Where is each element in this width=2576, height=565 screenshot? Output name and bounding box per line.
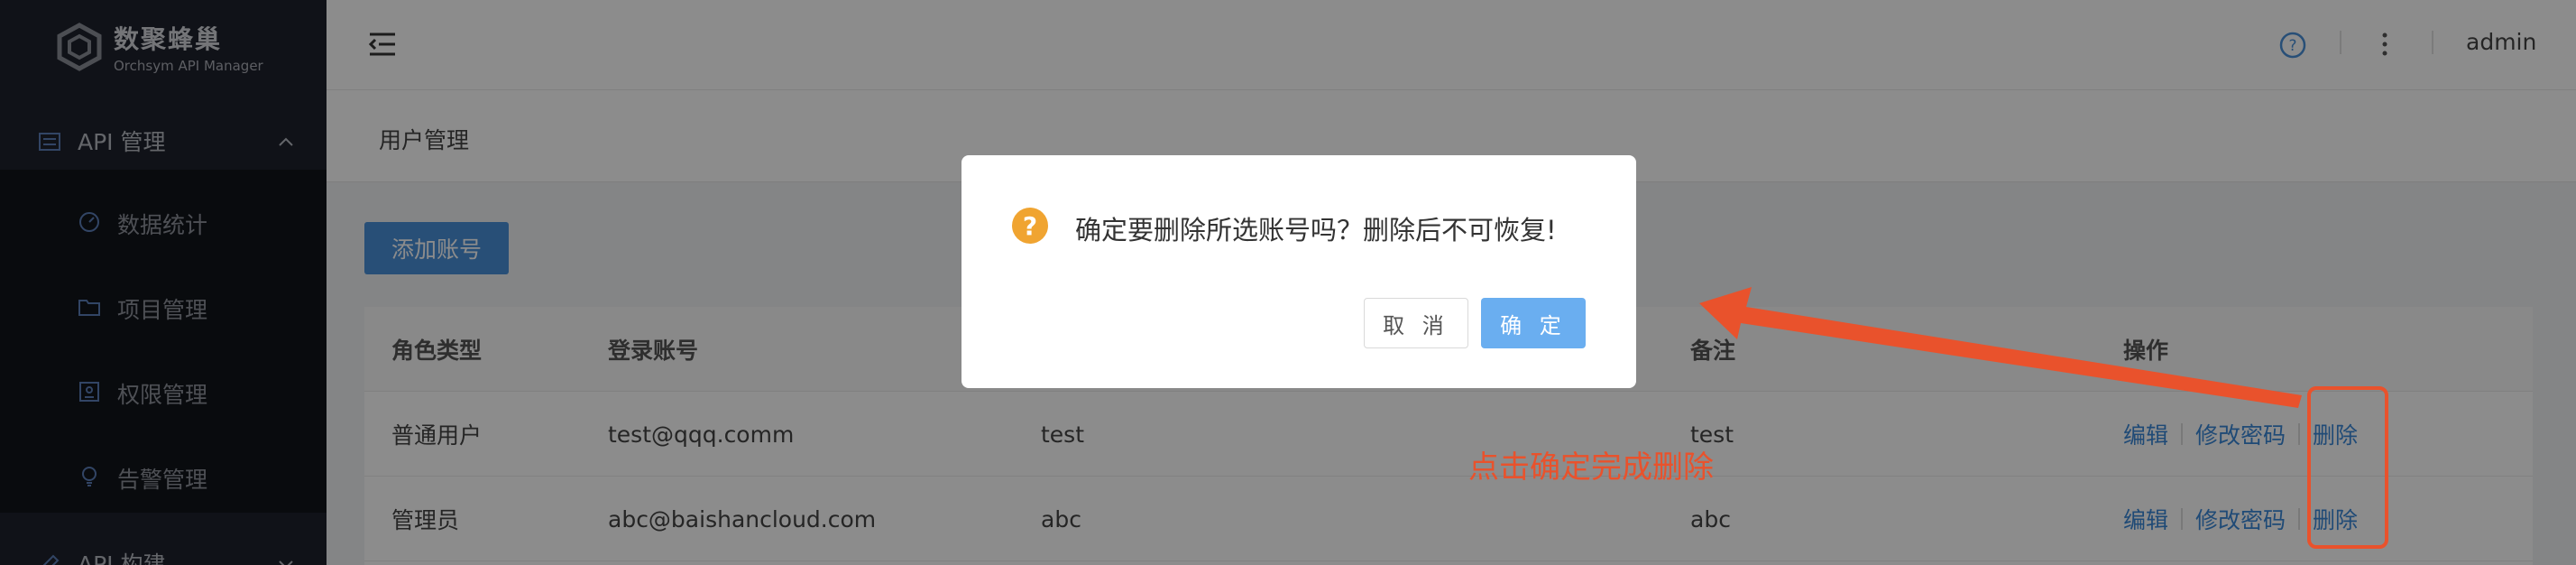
confirm-delete-dialog: ? 确定要删除所选账号吗？删除后不可恢复! 取 消 确 定 [961,155,1636,388]
cancel-button[interactable]: 取 消 [1364,298,1468,348]
dialog-message: 确定要删除所选账号吗？删除后不可恢复! [1075,215,1557,245]
annotation-highlight-box [2307,386,2388,549]
question-icon: ? [1012,208,1048,244]
confirm-button[interactable]: 确 定 [1481,298,1586,348]
annotation-text: 点击确定完成删除 [1468,449,1714,486]
